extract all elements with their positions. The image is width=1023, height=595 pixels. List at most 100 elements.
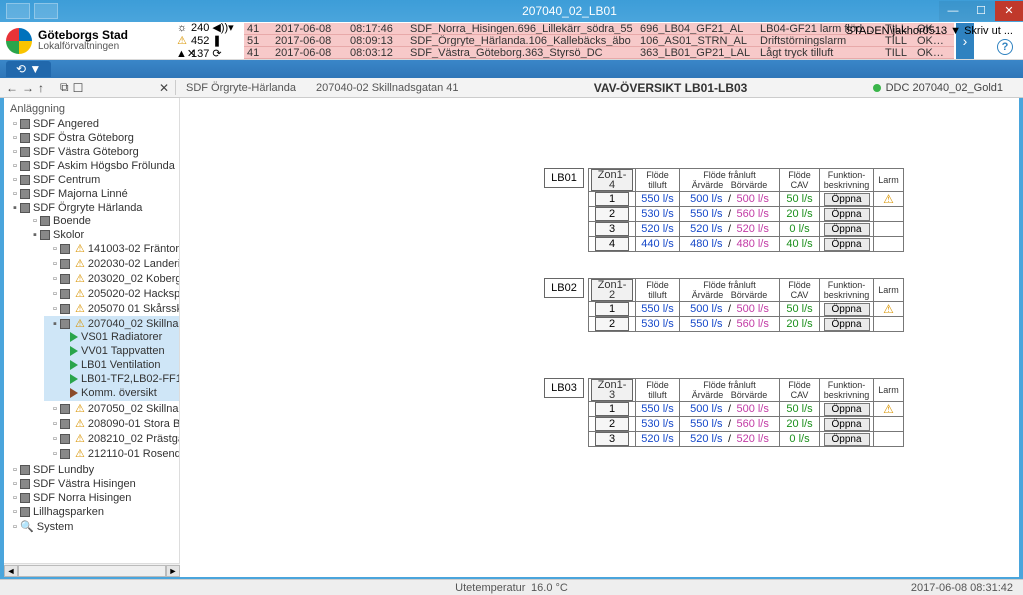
open-button[interactable]: Öppna [824,193,870,206]
tree-item[interactable]: ▫⚠ 202030-02 Landerigatan [44,256,179,271]
tree-item[interactable]: ▫SDF Norra Hisingen [4,491,179,505]
zone-row: 2 530 l/s 550 l/s / 560 l/s 20 l/s Öppna [589,207,904,222]
nav-back-icon[interactable]: ← [6,81,18,95]
flow-tilluft: 550 l/s [641,193,673,205]
alarm-icon[interactable]: ⚠ [883,402,894,416]
tree-item[interactable]: ▪Skolor▫⚠ 141003-02 Fräntorpskolan▫⚠ 202… [24,228,179,462]
alarm-cell-time: 08:09:13 [347,35,407,46]
sidebar-scrollbar[interactable]: ◄ ► [4,563,180,577]
alarm-icon[interactable]: ⚠ [883,302,894,316]
nav-up-icon[interactable]: ↑ [38,81,44,95]
paste-icon[interactable]: ☐ [73,81,84,95]
tree-item[interactable]: ▫⚠ 141003-02 Fräntorpskolan [44,241,179,256]
tree-leaf[interactable]: LB01-TF2,LB02-FF1 [64,372,179,386]
open-button[interactable]: Öppna [824,303,870,316]
flow-cav: 20 l/s [786,208,812,220]
tree-item[interactable]: ▫🔍 System [4,519,179,534]
tree-item[interactable]: ▫SDF Centrum [4,173,179,187]
titlebar-control[interactable] [6,3,30,19]
window-titlebar: 207040_02_LB01 [0,0,1023,22]
counter-value: 240 [191,22,209,34]
zone-range-button[interactable]: Zon1-4 [591,169,633,191]
tree-item[interactable]: ▫SDF Västra Hisingen [4,477,179,491]
copy-icon[interactable]: ⧉ [60,80,69,95]
titlebar-control[interactable] [34,3,58,19]
hdr-func: Funktion-beskrivning [820,279,874,302]
tree-item[interactable]: ▫Lillhagsparken [4,505,179,519]
flow-bor: 560 l/s [736,208,768,220]
flow-ar: 550 l/s [690,318,722,330]
unit-label: LB03 [544,378,584,398]
zone-number[interactable]: 3 [595,222,629,236]
flow-bor: 500 l/s [736,303,768,315]
help-icon[interactable]: ? [997,39,1013,55]
open-button[interactable]: Öppna [824,403,870,416]
tree-item[interactable]: ▫SDF Östra Göteborg [4,131,179,145]
counter-extra[interactable]: ❚ [212,34,221,47]
tree-item[interactable]: ▫SDF Askim Högsbo Frölunda [4,159,179,173]
breadcrumb-1[interactable]: SDF Örgryte-Härlanda [176,82,306,94]
scroll-left-icon[interactable]: ◄ [4,565,18,577]
tree-item[interactable]: ▫SDF Majorna Linné [4,187,179,201]
tree-item[interactable]: ▪SDF Örgryte Härlanda▫Boende▪Skolor▫⚠ 14… [4,201,179,463]
tree-item[interactable]: ▫⚠ 208210_02 Prästgårdsgatan 44 [44,431,179,446]
open-button[interactable]: Öppna [824,418,870,431]
tree-leaf[interactable]: VV01 Tappvatten [64,344,179,358]
tree-leaf[interactable]: Komm. översikt [64,386,179,400]
flow-ar: 520 l/s [690,433,722,445]
status-bar: Utetemperatur 16.0 °C 2017-06-08 08:31:4… [0,579,1023,595]
zone-range-button[interactable]: Zon1-2 [591,279,633,301]
unit-LB02: LB02 Zon1-2 Flödetilluft Flöde frånluftÄ… [544,278,904,332]
nav-fwd-icon[interactable]: → [22,81,34,95]
settings-icon[interactable]: ✕ [159,81,169,95]
zone-number[interactable]: 1 [595,192,629,206]
tree-item[interactable]: ▫⚠ 207050_02 Skillnadsgatan 36 [44,401,179,416]
open-button[interactable]: Öppna [824,208,870,221]
zone-number[interactable]: 3 [595,432,629,446]
breadcrumb-2[interactable]: 207040-02 Skillnadsgatan 41 [306,82,469,94]
counter-extra[interactable]: ⟳ [212,47,221,60]
close-button[interactable] [995,1,1023,21]
scroll-right-icon[interactable]: ► [166,565,180,577]
tree-sidebar[interactable]: Anläggning ▫SDF Angered▫SDF Östra Götebo… [4,98,180,577]
zone-number[interactable]: 2 [595,317,629,331]
zone-number[interactable]: 1 [595,302,629,316]
hdr-fran: Flöde frånluftÄrvärde Börvärde [680,169,780,192]
tree-item[interactable]: ▫⚠ 208090-01 Stora Böskolan [44,416,179,431]
open-button[interactable]: Öppna [824,433,870,446]
flow-cav: 0 l/s [789,433,809,445]
tree-item[interactable]: ▫⚠ 205070 01 Skårsskolan [44,301,179,316]
open-button[interactable]: Öppna [824,238,870,251]
minimize-button[interactable] [939,1,967,21]
flow-bor: 480 l/s [736,238,768,250]
zone-number[interactable]: 2 [595,417,629,431]
undo-menu[interactable]: ⟲ ▼ [6,61,51,77]
zone-range-button[interactable]: Zon1-3 [591,379,633,401]
user-area: STADEN\jakhor0513 ▼ Skriv ut ... ? [846,25,1013,55]
open-button[interactable]: Öppna [824,318,870,331]
tree-item[interactable]: ▫SDF Västra Göteborg [4,145,179,159]
tree-item[interactable]: ▫SDF Angered [4,117,179,131]
tree-item[interactable]: ▫Boende [24,214,179,228]
scroll-track[interactable] [18,565,166,577]
ribbon: ⟲ ▼ [0,60,1023,78]
zone-number[interactable]: 1 [595,402,629,416]
zone-number[interactable]: 4 [595,237,629,251]
tree-item[interactable]: ▫⚠ 203020_02 Kobergsgatan 32 [44,271,179,286]
alarm-cell-n: 51 [244,35,272,46]
tree-item[interactable]: ▫⚠ 205020-02 Hackspettsgatan [44,286,179,301]
user-label[interactable]: STADEN\jakhor0513 ▼ [846,25,961,37]
flow-tilluft: 550 l/s [641,303,673,315]
tree-item[interactable]: ▪⚠ 207040_02 Skillnadsgatan förs...VS01 … [44,316,179,401]
maximize-button[interactable] [967,1,995,21]
counter-value: 137 [191,48,209,60]
alarm-icon[interactable]: ⚠ [883,192,894,206]
counter-extra[interactable]: ◀))▾ [212,21,233,34]
signout-link[interactable]: Skriv ut ... [964,25,1013,37]
tree-item[interactable]: ▫SDF Lundby [4,463,179,477]
tree-leaf[interactable]: VS01 Radiatorer [64,330,179,344]
open-button[interactable]: Öppna [824,223,870,236]
zone-number[interactable]: 2 [595,207,629,221]
tree-leaf[interactable]: LB01 Ventilation [64,358,179,372]
tree-item[interactable]: ▫⚠ 212110-01 Rosendalsskolan [44,446,179,461]
